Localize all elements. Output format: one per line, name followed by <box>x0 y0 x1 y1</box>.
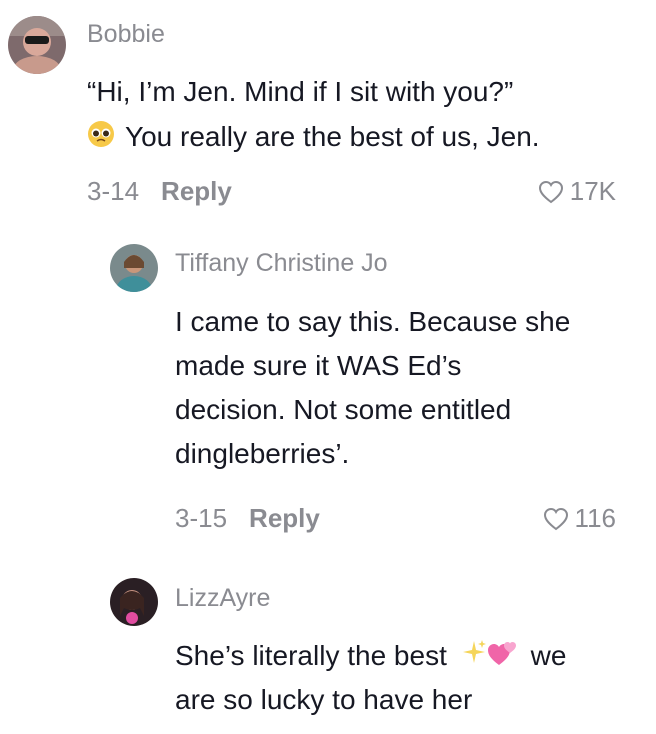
comment-text-line: dingleberries’. <box>175 438 350 469</box>
comment-text-line: we <box>530 640 567 671</box>
sparkles-icon <box>461 635 487 680</box>
comment-meta: 3-14 Reply <box>87 176 232 207</box>
comment-text-line-with-emoji: She’s literally the best we <box>175 633 566 680</box>
comment-text-line: I came to say this. Because she <box>175 306 571 337</box>
comment-bobbie: Bobbie “Hi, I’m Jen. Mind if I sit with … <box>0 0 656 220</box>
avatar[interactable] <box>110 244 158 292</box>
comment-text-line: “Hi, I’m Jen. Mind if I sit with you?” <box>87 76 514 107</box>
comment-date: 3-14 <box>87 176 140 206</box>
heart-icon <box>538 180 563 203</box>
reply-button[interactable]: Reply <box>161 176 232 206</box>
comment-text-line: She’s literally the best <box>175 640 447 671</box>
comment-username[interactable]: Tiffany Christine Jo <box>175 249 388 278</box>
avatar[interactable] <box>110 578 158 626</box>
comment-tiffany: Tiffany Christine Jo I came to say this.… <box>0 230 656 550</box>
like-button[interactable]: 116 <box>543 503 616 534</box>
comment-text-line: decision. Not some entitled <box>175 394 512 425</box>
comment-text-line: are so lucky to have her <box>175 684 473 715</box>
comment-username[interactable]: LizzAyre <box>175 584 270 613</box>
avatar[interactable] <box>8 16 66 74</box>
comment-text-line: made sure it WAS Ed’s <box>175 350 462 381</box>
like-button[interactable]: 17K <box>538 176 616 207</box>
heart-icon <box>543 507 568 530</box>
comment-date: 3-15 <box>175 503 228 533</box>
comment-text-line: You really are the best of us, Jen. <box>125 121 540 152</box>
like-count: 116 <box>574 503 616 533</box>
comment-username[interactable]: Bobbie <box>87 20 165 49</box>
like-count: 17K <box>569 176 616 206</box>
comment-lizzayre: LizzAyre She’s literally the best we are… <box>0 570 656 734</box>
comment-text-line-with-emoji: You really are the best of us, Jen. <box>87 114 540 161</box>
two-hearts-icon <box>487 635 517 680</box>
pleading-face-icon <box>87 116 115 161</box>
comment-meta: 3-15 Reply <box>175 503 320 534</box>
reply-button[interactable]: Reply <box>249 503 320 533</box>
